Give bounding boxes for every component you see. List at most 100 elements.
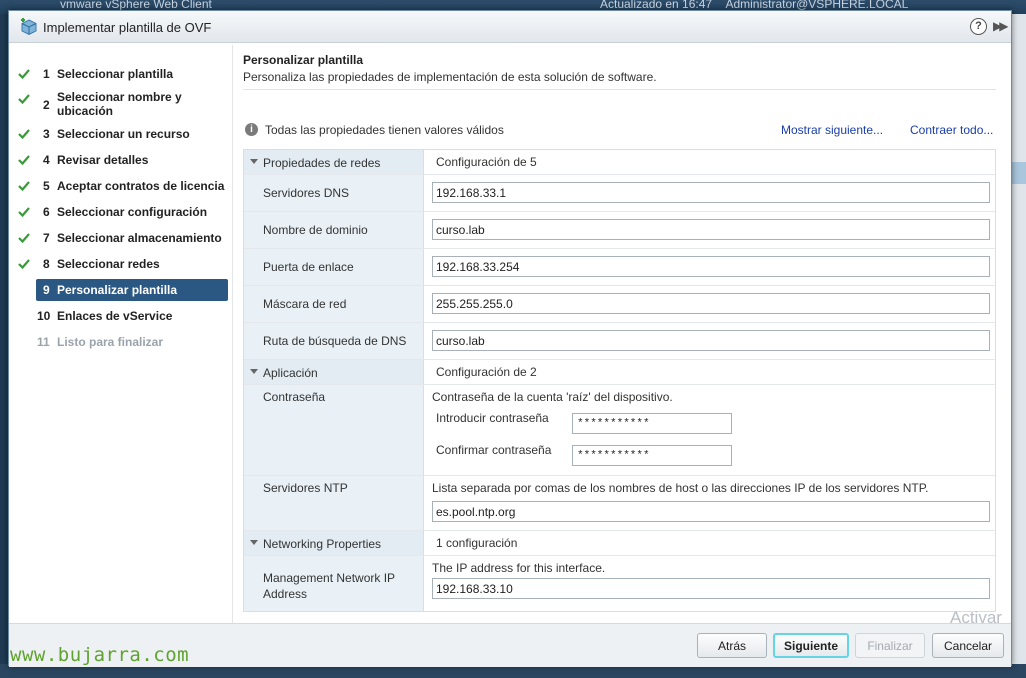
group-summary-cell: Configuración de 5 <box>425 150 995 174</box>
deploy-ovf-dialog: Implementar plantilla de OVF ? ▶▶ 1 Sele… <box>8 10 1012 667</box>
validation-message: Todas las propiedades tienen valores vál… <box>265 123 504 137</box>
dns-search-path-input[interactable] <box>432 330 990 351</box>
group-summary: Configuración de 5 <box>436 155 537 169</box>
step-select-resource[interactable]: 3 Seleccionar un recurso <box>13 127 229 141</box>
property-label-cell: Servidores NTP <box>244 476 424 530</box>
step-select-template[interactable]: 1 Seleccionar plantilla <box>13 67 229 81</box>
property-description: Contraseña de la cuenta 'raíz' del dispo… <box>432 390 673 404</box>
property-label: Servidores NTP <box>263 481 348 495</box>
property-description: The IP address for this interface. <box>432 561 606 575</box>
step-select-configuration[interactable]: 6 Seleccionar configuración <box>13 205 229 219</box>
step-number: 9 <box>43 283 50 297</box>
property-label-cell: Management Network IP Address <box>244 556 424 611</box>
step-number: 7 <box>43 231 50 245</box>
show-next-link[interactable]: Mostrar siguiente... <box>781 123 883 137</box>
activation-overlay-text: Activar <box>950 608 1002 627</box>
step-label: Revisar detalles <box>57 153 149 167</box>
step-number: 6 <box>43 205 50 219</box>
next-button[interactable]: Siguiente <box>773 633 849 658</box>
property-label-cell: Ruta de búsqueda de DNS <box>244 323 424 359</box>
step-label: Seleccionar plantilla <box>57 67 174 81</box>
watermark-text: www.bujarra.com <box>10 644 190 666</box>
collapse-arrow-icon[interactable] <box>250 540 258 545</box>
step-number: 4 <box>43 153 50 167</box>
property-label-cell: Máscara de red <box>244 286 424 322</box>
step-customize-template[interactable]: 9 Personalizar plantilla <box>36 279 228 301</box>
property-gateway: Puerta de enlace <box>244 249 995 286</box>
property-value-cell: Contraseña de la cuenta 'raíz' del dispo… <box>425 385 995 475</box>
collapse-arrow-icon[interactable] <box>250 369 258 374</box>
management-ip-input[interactable] <box>432 578 990 599</box>
checkmark-icon <box>18 233 30 244</box>
confirm-password-input[interactable] <box>572 445 732 466</box>
group-label: Propiedades de redes <box>263 156 381 170</box>
enter-password-input[interactable] <box>572 413 732 434</box>
step-label: Aceptar contratos de licencia <box>57 179 225 193</box>
property-value-cell <box>425 323 995 359</box>
step-accept-license[interactable]: 5 Aceptar contratos de licencia <box>13 179 229 193</box>
dns-servers-input[interactable] <box>432 182 990 203</box>
step-vservice-bindings[interactable]: 10 Enlaces de vService <box>13 309 229 323</box>
group-networking-properties[interactable]: Networking Properties 1 configuración <box>244 531 995 556</box>
validation-row: i Todas las propiedades tienen valores v… <box>243 122 996 140</box>
step-label: Seleccionar redes <box>57 257 160 271</box>
wizard-steps: 1 Seleccionar plantilla 2 Seleccionar no… <box>13 45 233 623</box>
background-panel <box>1012 14 1026 678</box>
property-value-cell <box>425 249 995 285</box>
property-dns-search-path: Ruta de búsqueda de DNS <box>244 323 995 360</box>
property-ntp-servers: Servidores NTP Lista separada por comas … <box>244 476 995 531</box>
group-summary: 1 configuración <box>436 536 518 550</box>
ntp-servers-input[interactable] <box>432 501 990 522</box>
checkmark-icon <box>18 69 30 80</box>
properties-table: Propiedades de redes Configuración de 5 … <box>243 149 996 612</box>
property-label-cell: Contraseña <box>244 385 424 475</box>
section-title: Personalizar plantilla <box>243 53 364 67</box>
property-label-cell: Nombre de dominio <box>244 212 424 248</box>
cancel-button[interactable]: Cancelar <box>932 633 1004 658</box>
property-label-cell: Servidores DNS <box>244 175 424 211</box>
property-password: Contraseña Contraseña de la cuenta 'raíz… <box>244 385 995 476</box>
step-select-name-location[interactable]: 2 Seleccionar nombre y ubicación <box>13 90 229 120</box>
property-value-cell <box>425 175 995 211</box>
group-application[interactable]: Aplicación Configuración de 2 <box>244 360 995 385</box>
step-label: Seleccionar almacenamiento <box>57 231 222 245</box>
step-select-networks[interactable]: 8 Seleccionar redes <box>13 257 229 271</box>
domain-name-input[interactable] <box>432 219 990 240</box>
group-network-properties[interactable]: Propiedades de redes Configuración de 5 <box>244 150 995 175</box>
property-value-cell <box>425 286 995 322</box>
step-number: 10 <box>37 309 51 323</box>
property-label: Ruta de búsqueda de DNS <box>263 334 407 348</box>
group-summary-cell: 1 configuración <box>425 531 995 555</box>
step-label: Enlaces de vService <box>57 309 173 323</box>
enter-password-label: Introducir contraseña <box>436 411 549 425</box>
group-label: Aplicación <box>263 366 318 380</box>
ovf-template-icon <box>21 18 37 36</box>
property-label-cell: Puerta de enlace <box>244 249 424 285</box>
help-icon[interactable]: ? <box>970 18 987 35</box>
step-select-storage[interactable]: 7 Seleccionar almacenamiento <box>13 231 229 245</box>
dialog-title: Implementar plantilla de OVF <box>43 20 212 35</box>
collapse-all-link[interactable]: Contraer todo... <box>910 123 993 137</box>
checkmark-icon <box>18 129 30 140</box>
property-description: Lista separada por comas de los nombres … <box>432 481 929 495</box>
finish-button: Finalizar <box>855 633 925 658</box>
info-icon: i <box>245 123 258 136</box>
netmask-input[interactable] <box>432 293 990 314</box>
property-label: Máscara de red <box>263 297 347 311</box>
step-number: 3 <box>43 127 50 141</box>
checkmark-icon <box>18 94 30 105</box>
property-netmask: Máscara de red <box>244 286 995 323</box>
step-label: Listo para finalizar <box>57 335 164 349</box>
step-number: 1 <box>43 67 50 81</box>
step-review-details[interactable]: 4 Revisar detalles <box>13 153 229 167</box>
group-header-cell: Aplicación <box>244 360 424 384</box>
collapse-arrow-icon[interactable] <box>250 159 258 164</box>
property-label: Contraseña <box>263 390 326 404</box>
group-summary-cell: Configuración de 2 <box>425 360 995 384</box>
group-header-cell: Networking Properties <box>244 531 424 555</box>
gateway-input[interactable] <box>432 256 990 277</box>
property-value-cell <box>425 212 995 248</box>
back-button[interactable]: Atrás <box>697 633 767 658</box>
checkmark-icon <box>18 181 30 192</box>
double-chevron-right-icon[interactable]: ▶▶ <box>993 19 1009 33</box>
